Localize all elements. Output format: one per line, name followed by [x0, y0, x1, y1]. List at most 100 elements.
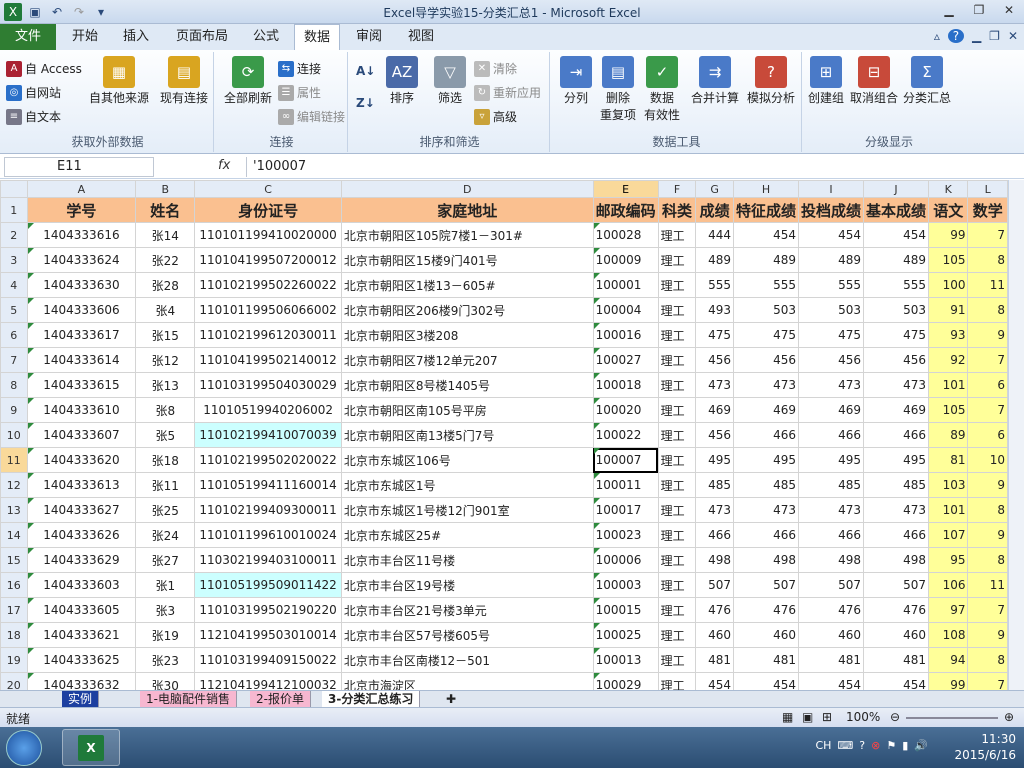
- cell-sfz[interactable]: 110103199504030029: [194, 372, 342, 398]
- tab-page-layout[interactable]: 页面布局: [166, 24, 238, 50]
- cell-yw[interactable]: 92: [928, 347, 969, 373]
- header-cell[interactable]: 投档成绩: [797, 197, 865, 223]
- cell-kl[interactable]: 理工: [657, 347, 697, 373]
- tab-review[interactable]: 审阅: [346, 24, 392, 50]
- column-header[interactable]: J: [863, 180, 930, 198]
- cell-sfz[interactable]: 110302199403100011: [194, 547, 342, 573]
- cell-kl[interactable]: 理工: [657, 497, 697, 523]
- row-header[interactable]: 11: [0, 447, 28, 473]
- close-icon[interactable]: ✕: [994, 0, 1024, 20]
- cell-sx[interactable]: 9: [967, 472, 1008, 498]
- start-button-icon[interactable]: [6, 730, 42, 766]
- cell-sfz[interactable]: 110101199410020000: [194, 222, 342, 248]
- cell-sfz[interactable]: 110102199410070039: [194, 422, 342, 448]
- cell-td[interactable]: 498: [797, 547, 865, 573]
- text-to-columns-button[interactable]: ⇥ 分列: [556, 56, 596, 107]
- row-header[interactable]: 10: [0, 422, 28, 448]
- column-header[interactable]: C: [194, 180, 342, 198]
- cell-sx[interactable]: 8: [967, 297, 1008, 323]
- cell-yw[interactable]: 94: [928, 647, 969, 673]
- cell-sx[interactable]: 8: [967, 547, 1008, 573]
- row-header[interactable]: 7: [0, 347, 28, 373]
- cell-yw[interactable]: 106: [928, 572, 969, 598]
- sheet-tab-quote[interactable]: 2-报价单: [250, 691, 311, 707]
- subtotal-button[interactable]: Σ 分类汇总: [900, 56, 954, 107]
- row-header[interactable]: 14: [0, 522, 28, 548]
- cell-sfz[interactable]: 110102199502260022: [194, 272, 342, 298]
- insert-function-icon[interactable]: fx: [218, 158, 230, 173]
- page-break-view-icon[interactable]: ⊞: [822, 710, 832, 724]
- cell-name[interactable]: 张12: [135, 347, 196, 373]
- cell-addr[interactable]: 北京市朝阳区3楼208: [340, 322, 594, 348]
- worksheet-grid[interactable]: ABCDEFGHIJKL 1 学号 姓名 身份证号 家庭地址 邮政编码 科类 成绩 特征成绩 投档…: [0, 180, 1008, 690]
- cell-jb[interactable]: 489: [863, 247, 930, 273]
- cell-id[interactable]: 1404333605: [26, 597, 137, 623]
- row-header[interactable]: 12: [0, 472, 28, 498]
- tab-home[interactable]: 开始: [62, 24, 108, 50]
- cell-zip[interactable]: 100020: [592, 397, 659, 423]
- cell-id[interactable]: 1404333614: [26, 347, 137, 373]
- cell-name[interactable]: 张5: [135, 422, 196, 448]
- cell-zip[interactable]: 100017: [592, 497, 659, 523]
- column-header[interactable]: F: [657, 180, 697, 198]
- row-header[interactable]: 4: [0, 272, 28, 298]
- row-header[interactable]: 5: [0, 297, 28, 323]
- cell-zip[interactable]: 100007: [592, 447, 659, 473]
- tab-file[interactable]: 文件: [0, 24, 56, 50]
- cell-id[interactable]: 1404333610: [26, 397, 137, 423]
- cell-name[interactable]: 张8: [135, 397, 196, 423]
- window-close-icon[interactable]: ✕: [1008, 29, 1018, 43]
- cell-kl[interactable]: 理工: [657, 322, 697, 348]
- cell-jb[interactable]: 454: [863, 222, 930, 248]
- cell-addr[interactable]: 北京市丰台区19号楼: [340, 572, 594, 598]
- cell-yw[interactable]: 99: [928, 222, 969, 248]
- cell-kl[interactable]: 理工: [657, 297, 697, 323]
- cell-kl[interactable]: 理工: [657, 397, 697, 423]
- cell-id[interactable]: 1404333617: [26, 322, 137, 348]
- cell-id[interactable]: 1404333624: [26, 247, 137, 273]
- data-validation-button[interactable]: ✓ 数据 有效性: [640, 56, 684, 124]
- what-if-button[interactable]: ? 模拟分析: [744, 56, 798, 107]
- cell-yw[interactable]: 105: [928, 397, 969, 423]
- cell-addr[interactable]: 北京市丰台区南楼12－501: [340, 647, 594, 673]
- cell-id[interactable]: 1404333627: [26, 497, 137, 523]
- cell-td[interactable]: 466: [797, 422, 865, 448]
- cell-id[interactable]: 1404333625: [26, 647, 137, 673]
- cell-zip[interactable]: 100025: [592, 622, 659, 648]
- cell-jb[interactable]: 469: [863, 397, 930, 423]
- cell-tz[interactable]: 485: [732, 472, 800, 498]
- cell-tz[interactable]: 476: [732, 597, 800, 623]
- cell-kl[interactable]: 理工: [657, 547, 697, 573]
- cell-tz[interactable]: 466: [732, 522, 800, 548]
- sheet-tab-parts-sales[interactable]: 1-电脑配件销售: [140, 691, 237, 707]
- minimize-icon[interactable]: ▁: [934, 0, 964, 20]
- column-header[interactable]: D: [340, 180, 594, 198]
- header-cell[interactable]: 成绩: [695, 197, 734, 223]
- cell-tz[interactable]: 481: [732, 647, 800, 673]
- column-header[interactable]: B: [135, 180, 196, 198]
- cell-cj[interactable]: 485: [695, 472, 734, 498]
- cell-name[interactable]: 张19: [135, 622, 196, 648]
- cell-sx[interactable]: 7: [967, 672, 1008, 690]
- cell-cj[interactable]: 456: [695, 347, 734, 373]
- header-cell[interactable]: 家庭地址: [340, 197, 594, 223]
- zoom-out-icon[interactable]: ⊖: [890, 710, 900, 724]
- cell-tz[interactable]: 460: [732, 622, 800, 648]
- header-cell[interactable]: 语文: [928, 197, 969, 223]
- cell-sx[interactable]: 7: [967, 597, 1008, 623]
- window-restore-icon[interactable]: ❐: [989, 29, 1000, 43]
- cell-yw[interactable]: 93: [928, 322, 969, 348]
- cell-sx[interactable]: 9: [967, 622, 1008, 648]
- help-icon[interactable]: ?: [947, 29, 964, 43]
- cell-jb[interactable]: 495: [863, 447, 930, 473]
- reapply-button[interactable]: ↻ 重新应用: [474, 84, 541, 101]
- connections-button[interactable]: ⇆ 连接: [278, 60, 321, 77]
- cell-td[interactable]: 469: [797, 397, 865, 423]
- sort-za-button[interactable]: Z↓: [356, 96, 375, 110]
- cell-tz[interactable]: 454: [732, 222, 800, 248]
- cell-zip[interactable]: 100022: [592, 422, 659, 448]
- cell-yw[interactable]: 95: [928, 547, 969, 573]
- cell-cj[interactable]: 493: [695, 297, 734, 323]
- cell-addr[interactable]: 北京市丰台区57号楼605号: [340, 622, 594, 648]
- cell-jb[interactable]: 503: [863, 297, 930, 323]
